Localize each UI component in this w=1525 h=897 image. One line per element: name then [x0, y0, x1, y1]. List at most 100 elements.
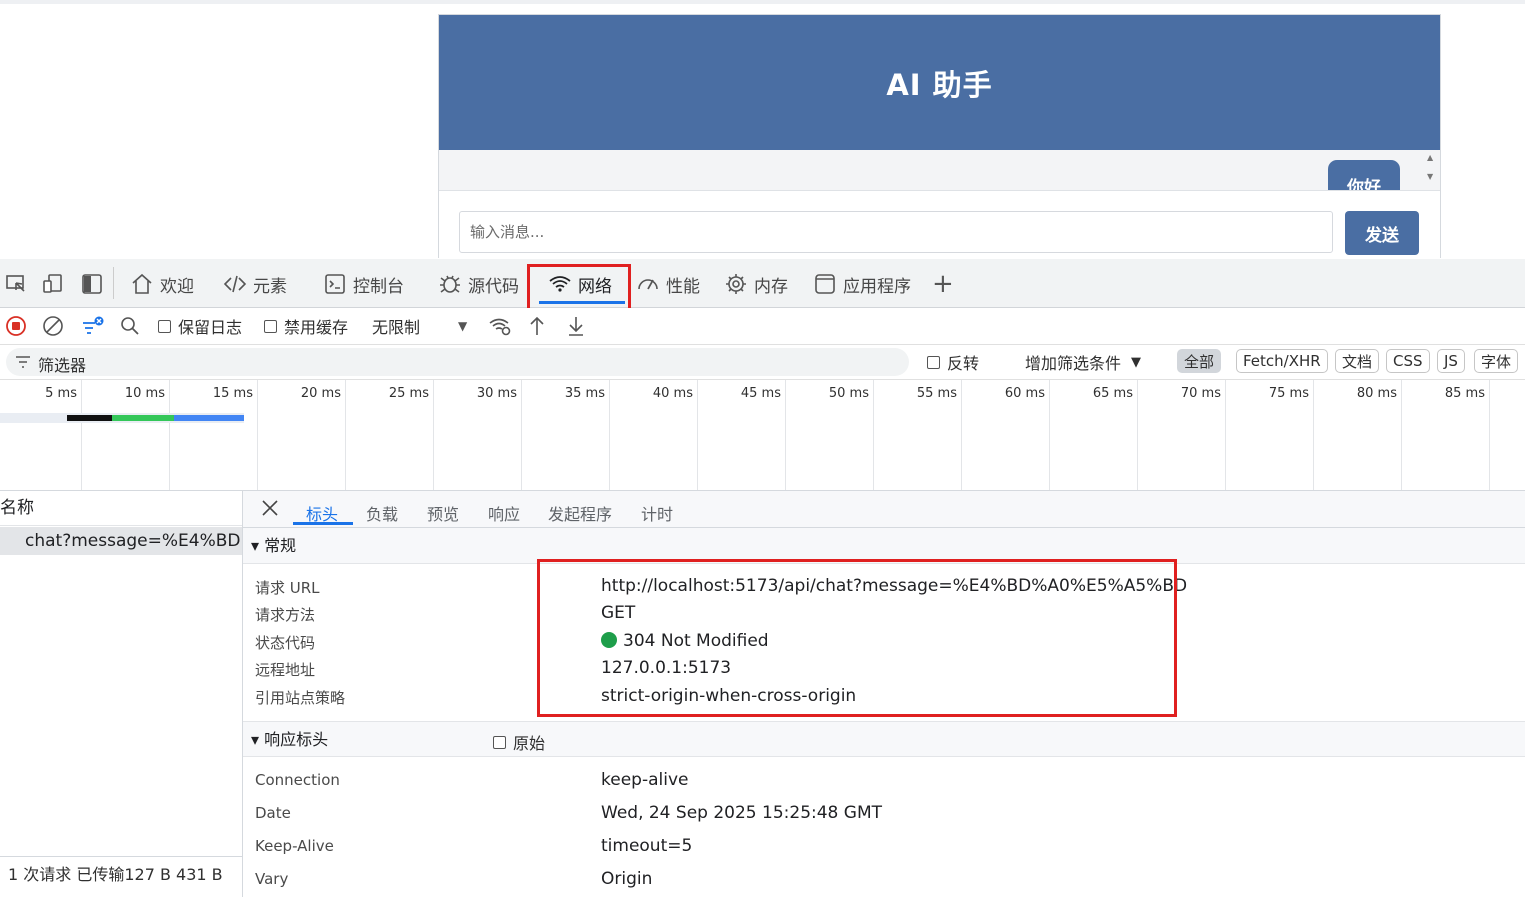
- scroll-down-icon[interactable]: ▼: [1427, 172, 1433, 181]
- timeline-gridline: [1049, 380, 1050, 490]
- tabbar-divider: [113, 267, 114, 299]
- chat-app: AI 助手 你好 ▲ ▼ 输入消息... 发送: [438, 14, 1441, 258]
- chip-icon: [726, 274, 746, 294]
- response-headers-section-header[interactable]: ▾ 响应标头: [243, 721, 1525, 757]
- timeline-tick-label: 20 ms: [300, 386, 341, 401]
- timeline-gridline: [961, 380, 962, 490]
- timeline-tick-label: 5 ms: [45, 386, 77, 401]
- tab-preview[interactable]: 预览: [427, 501, 459, 525]
- timeline-tick-label: 75 ms: [1268, 386, 1309, 401]
- header-value: timeout=5: [601, 836, 693, 856]
- chat-title: AI 助手: [886, 67, 993, 102]
- tab-application[interactable]: 应用程序: [813, 269, 911, 299]
- network-conditions-icon[interactable]: [488, 313, 512, 339]
- tab-payload[interactable]: 负载: [366, 501, 398, 525]
- tab-label: 应用程序: [843, 276, 911, 297]
- code-icon: [223, 275, 247, 293]
- app-window-icon: [815, 274, 835, 294]
- header-key: Connection: [255, 771, 340, 789]
- clear-icon[interactable]: [42, 313, 64, 339]
- timeline-tick-label: 25 ms: [388, 386, 429, 401]
- throttling-select[interactable]: 无限制: [372, 313, 420, 339]
- timeline-gridline: [169, 380, 170, 490]
- timeline-gridline: [1137, 380, 1138, 490]
- status-code-key: 状态代码: [255, 634, 316, 652]
- tab-label: 性能: [666, 276, 700, 297]
- preserve-log-label: 保留日志: [178, 318, 243, 337]
- bug-icon: [440, 275, 460, 293]
- tab-label: 控制台: [353, 276, 404, 297]
- timeline-tick-label: 30 ms: [476, 386, 517, 401]
- home-icon: [132, 273, 152, 294]
- header-value: Origin: [601, 869, 653, 889]
- network-tab-highlight: [527, 264, 631, 313]
- devtools-tabbar: 欢迎 元素 控制台 源代码 网络 性能 内存 应用程序 +: [0, 259, 1525, 313]
- timeline-overview[interactable]: 5 ms 10 ms 15 ms 20 ms 25 ms 30 ms 35 ms 40 ms 4…: [0, 380, 1525, 491]
- timeline-tick-label: 35 ms: [564, 386, 605, 401]
- chevron-down-icon: ▼: [1131, 354, 1142, 370]
- chip-doc[interactable]: 文档: [1335, 349, 1380, 373]
- timeline-tick-label: 10 ms: [124, 386, 165, 401]
- network-filterbar: 筛选器 反转 增加筛选条件 ▼ 全部 Fetch/XHR 文档 CSS JS 字…: [0, 345, 1525, 380]
- timeline-tick-label: 45 ms: [740, 386, 781, 401]
- devtools-panel: 欢迎 元素 控制台 源代码 网络 性能 内存 应用程序 + 保留日志 禁用缓存 …: [0, 259, 1525, 897]
- inspect-icon[interactable]: [3, 271, 29, 297]
- chip-css[interactable]: CSS: [1386, 349, 1430, 373]
- timeline-gridline: [1313, 380, 1314, 490]
- search-icon[interactable]: [119, 313, 141, 339]
- header-key: Vary: [255, 870, 289, 888]
- timeline-tick-label: 70 ms: [1180, 386, 1221, 401]
- close-icon[interactable]: [259, 497, 281, 523]
- tab-label: 元素: [253, 276, 287, 297]
- remote-address-key: 远程地址: [255, 661, 316, 679]
- disable-cache-checkbox[interactable]: 禁用缓存: [264, 313, 348, 339]
- request-detail: 标头 负载 预览 响应 发起程序 计时 ▾ 常规 请求 URL http://l…: [243, 491, 1525, 897]
- record-icon[interactable]: [5, 313, 27, 339]
- chip-js[interactable]: JS: [1437, 349, 1465, 373]
- preserve-log-checkbox[interactable]: 保留日志: [158, 313, 242, 339]
- raw-headers-checkbox[interactable]: 原始: [493, 729, 545, 755]
- add-tab-icon[interactable]: +: [932, 269, 954, 299]
- filter-toggle-icon[interactable]: [81, 313, 105, 339]
- device-toolbar-icon[interactable]: [40, 271, 66, 297]
- tab-label: 源代码: [468, 276, 519, 297]
- tab-initiator[interactable]: 发起程序: [548, 501, 612, 525]
- send-button[interactable]: 发送: [1345, 211, 1419, 255]
- tab-console[interactable]: 控制台: [323, 269, 404, 299]
- tab-elements[interactable]: 元素: [223, 269, 287, 299]
- scroll-up-icon[interactable]: ▲: [1427, 153, 1433, 162]
- more-filters-label: 增加筛选条件: [1025, 354, 1122, 373]
- checkbox-icon: [158, 319, 171, 333]
- timeline-tick-label: 65 ms: [1092, 386, 1133, 401]
- chip-all[interactable]: 全部: [1177, 349, 1222, 373]
- chevron-down-icon[interactable]: ▼: [458, 313, 467, 339]
- tab-memory[interactable]: 内存: [724, 269, 788, 299]
- import-har-icon[interactable]: [527, 313, 547, 339]
- gauge-icon: [638, 279, 658, 290]
- chat-messages[interactable]: 你好 ▲ ▼: [439, 150, 1440, 191]
- network-summary: 1 次请求 已传输127 B 431 B: [0, 856, 242, 896]
- active-tab-indicator: [293, 522, 353, 525]
- chip-font[interactable]: 字体: [1474, 349, 1519, 373]
- tab-performance[interactable]: 性能: [636, 269, 700, 299]
- referrer-policy-key: 引用站点策略: [255, 689, 346, 707]
- name-column-header[interactable]: 名称: [0, 491, 242, 526]
- waterfall-wait-segment: [67, 415, 112, 421]
- waterfall-ttfb-segment: [112, 415, 174, 421]
- filter-input[interactable]: 筛选器: [6, 348, 909, 376]
- general-values-highlight: [537, 559, 1177, 717]
- dock-sidebar-icon[interactable]: [79, 271, 105, 297]
- checkbox-icon: [264, 319, 277, 333]
- tab-timing[interactable]: 计时: [641, 501, 673, 525]
- tab-welcome[interactable]: 欢迎: [130, 269, 194, 299]
- invert-checkbox[interactable]: 反转: [927, 349, 979, 375]
- message-input[interactable]: 输入消息...: [459, 211, 1333, 253]
- waterfall-download-segment: [174, 415, 244, 421]
- request-row[interactable]: chat?message=%E4%BD...: [0, 527, 242, 555]
- export-har-icon[interactable]: [566, 313, 586, 339]
- tab-sources[interactable]: 源代码: [438, 269, 519, 299]
- more-filters-dropdown[interactable]: 增加筛选条件 ▼: [1025, 349, 1141, 375]
- tab-response[interactable]: 响应: [488, 501, 520, 525]
- tab-label: 欢迎: [160, 276, 194, 297]
- chip-fetch-xhr[interactable]: Fetch/XHR: [1236, 349, 1328, 373]
